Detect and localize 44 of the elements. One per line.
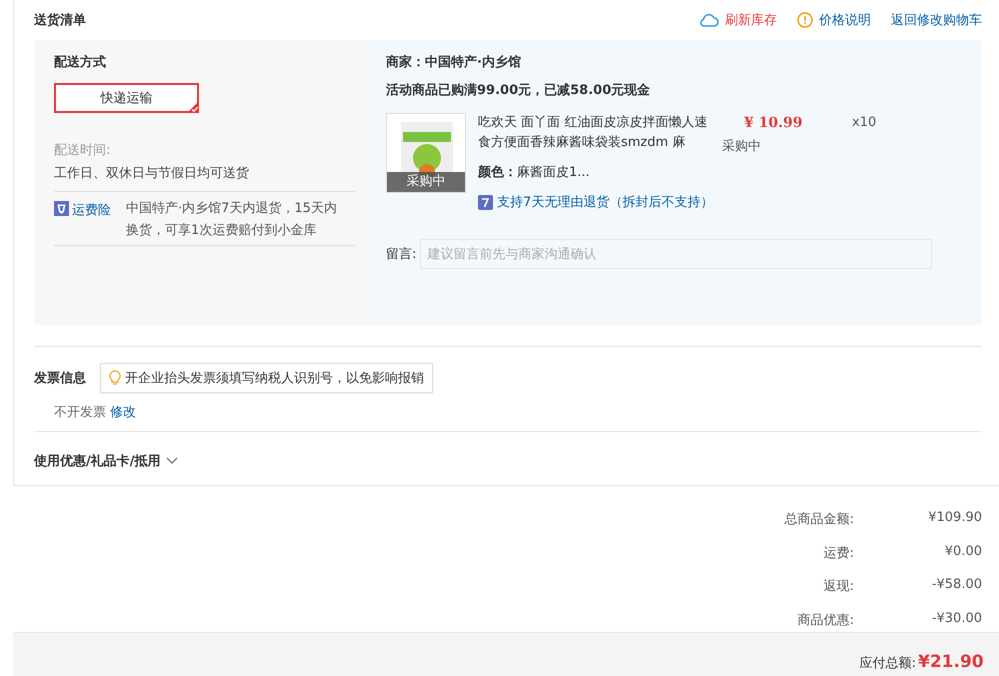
product-color: 颜色：麻酱面皮1...	[478, 164, 591, 181]
product-title[interactable]: 吃欢天 面丫面 红油面皮凉皮拌面懒人速食方便面香辣麻酱味袋装smzdm 麻	[478, 113, 716, 153]
insurance-description: 中国特产·内乡馆7天内退货，15天内换货，可享1次运费赔付到小金库	[126, 200, 338, 240]
header-link[interactable]: 刷新库存	[699, 11, 777, 29]
invoice-value: 不开发票	[54, 404, 106, 421]
header-link[interactable]: 返回修改购物车	[891, 11, 982, 29]
invoice-tooltip: 开企业抬头发票须填写纳税人识别号，以免影响报销	[100, 363, 433, 393]
lightbulb-icon	[109, 370, 121, 386]
total-label: 运费:	[824, 544, 854, 562]
shipping-option[interactable]: 快递运输	[54, 83, 199, 113]
delivery-title: 配送方式	[54, 54, 107, 71]
payable-amount: ¥21.90	[918, 652, 982, 672]
total-value: -¥58.00	[932, 577, 982, 594]
purchase-status: 采购中	[722, 138, 761, 155]
total-value: -¥30.00	[932, 610, 982, 628]
message-label: 留言:	[386, 246, 416, 263]
shield-icon	[54, 201, 69, 216]
image-status-label: 采购中	[387, 172, 465, 192]
chevron-icon[interactable]	[166, 457, 178, 465]
message-field[interactable]: 建议留言前先与商家沟通确认	[420, 239, 932, 269]
section-title: 送货清单	[34, 12, 87, 29]
header-link[interactable]: 价格说明	[797, 11, 871, 29]
cloud-icon	[699, 13, 719, 27]
promotion-text: 活动商品已购满99.00元，已减58.00元现金	[386, 82, 652, 99]
total-label: 商品优惠:	[798, 612, 854, 630]
seven-day-return-icon	[478, 194, 493, 210]
product-price: ¥ 10.99	[744, 115, 802, 131]
product-image[interactable]: 采购中	[386, 113, 466, 193]
total-label: 总商品金额:	[784, 511, 854, 529]
total-value: ¥109.90	[928, 510, 982, 527]
payable-label: 应付总额:	[860, 655, 916, 672]
edit-invoice-link[interactable]: 修改	[110, 403, 136, 421]
check-corner-icon	[187, 101, 199, 113]
exclamation-icon	[797, 12, 813, 28]
insurance-link[interactable]: 运费险	[72, 201, 111, 219]
delivery-time-label: 配送时间:	[54, 142, 112, 159]
total-label: 返现:	[824, 578, 854, 596]
return-policy: 支持7天无理由退货（拆封后不支持）	[497, 194, 714, 211]
invoice-title: 发票信息	[34, 370, 86, 387]
coupon-toggle[interactable]: 使用优惠/礼品卡/抵用	[34, 452, 160, 470]
product-quantity: x10	[852, 115, 876, 132]
merchant-name: 商家：中国特产·内乡馆	[386, 54, 522, 71]
delivery-time-value: 工作日、双休日与节假日均可送货	[54, 165, 250, 183]
total-value: ¥0.00	[944, 544, 982, 560]
